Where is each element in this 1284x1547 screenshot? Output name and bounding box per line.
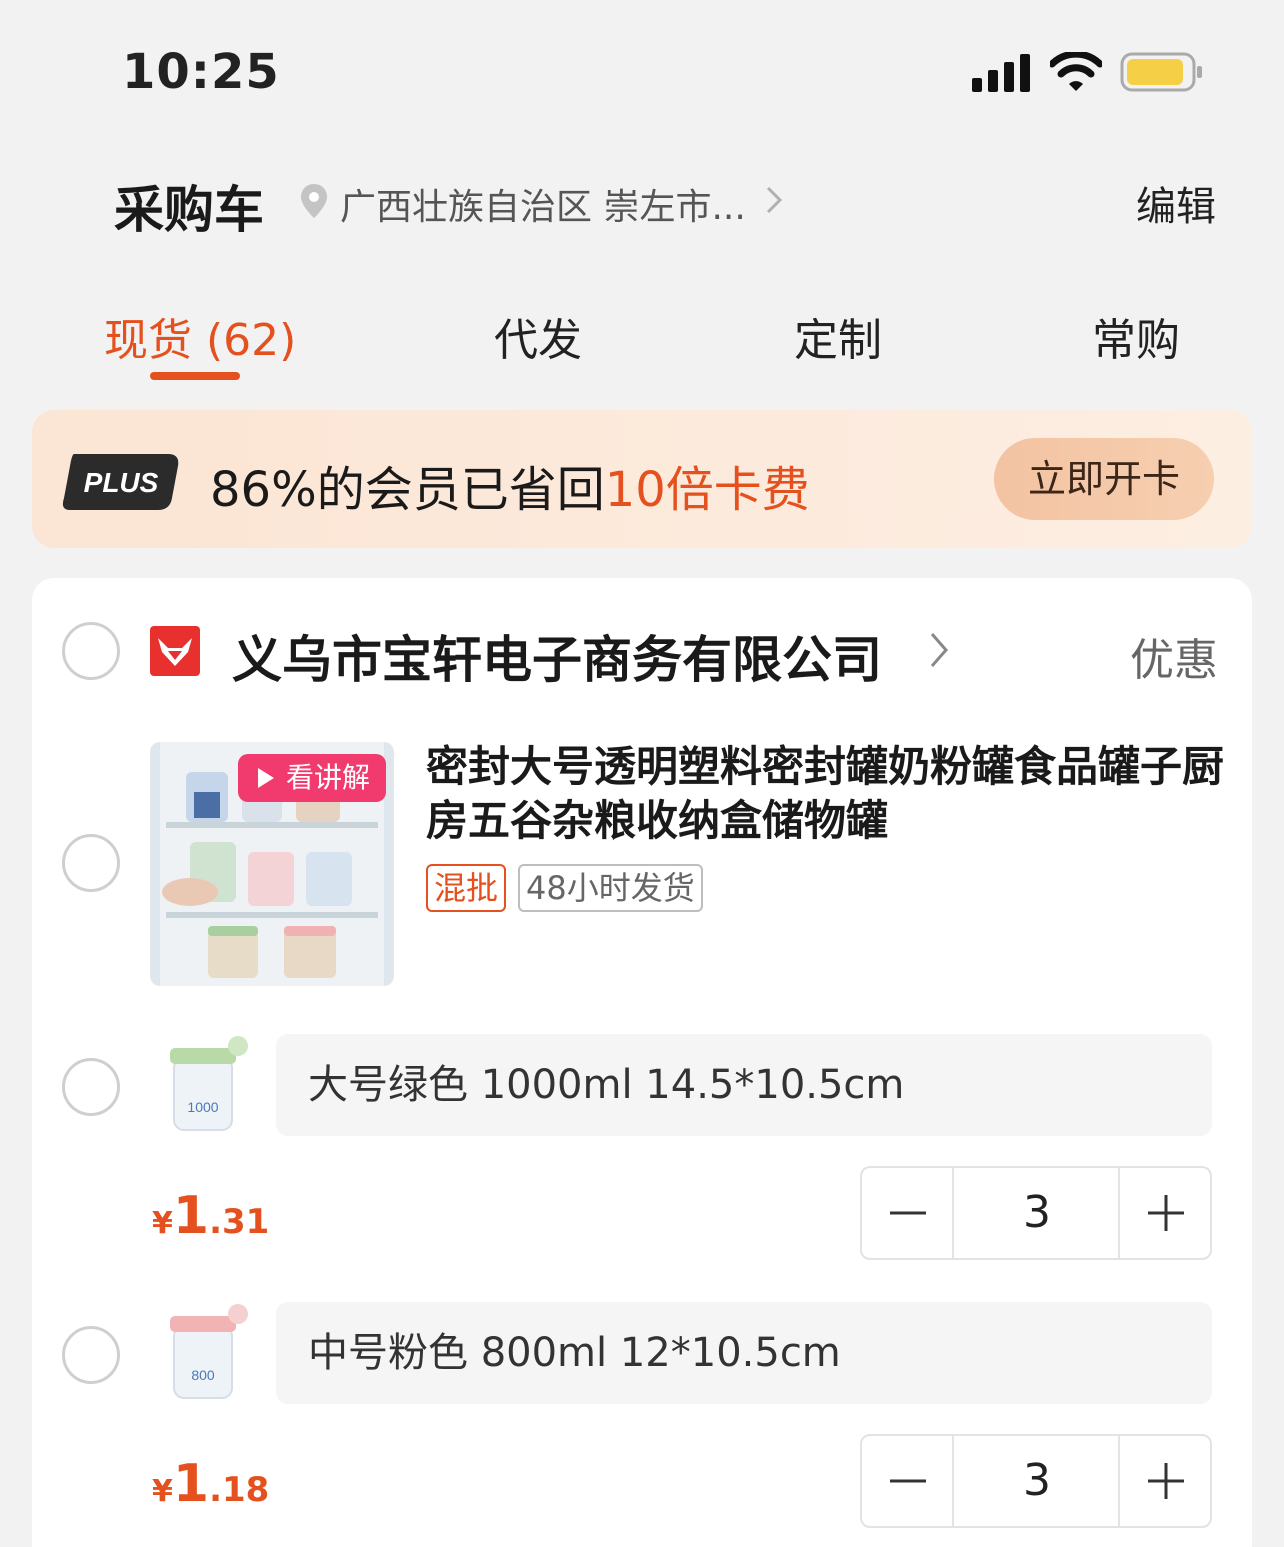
delivery-address[interactable]: 广西壮族自治区 崇左市... xyxy=(340,178,746,230)
quantity-stepper: 3 xyxy=(860,1166,1212,1260)
quantity-value[interactable]: 3 xyxy=(956,1168,1118,1258)
product-title[interactable]: 密封大号透明塑料密封罐奶粉罐食品罐子厨房五谷杂粮收纳盒储物罐 xyxy=(426,740,1226,848)
price-currency: ¥ xyxy=(152,1206,173,1241)
price-currency: ¥ xyxy=(152,1474,173,1509)
cart-tabs: 现货 (62) 代发 定制 常购 xyxy=(0,300,1284,390)
location-pin-icon[interactable] xyxy=(298,182,330,220)
sku-select-checkbox[interactable] xyxy=(62,1058,120,1116)
battery-icon xyxy=(1120,52,1202,92)
price-decimal: .18 xyxy=(209,1470,270,1510)
plus-promo-text: 86%的会员已省回10倍卡费 xyxy=(210,450,810,520)
minus-icon xyxy=(890,1211,926,1215)
cellular-signal-icon xyxy=(972,54,1030,92)
tag-shipping-48h: 48小时发货 xyxy=(518,864,703,912)
tag-mixed-batch: 混批 xyxy=(426,864,507,912)
store-name[interactable]: 义乌市宝轩电子商务有限公司 xyxy=(232,620,882,692)
quantity-stepper: 3 xyxy=(860,1434,1212,1528)
open-membership-button[interactable]: 立即开卡 xyxy=(994,438,1214,520)
chevron-right-icon[interactable] xyxy=(764,184,784,216)
plus-promo-prefix: 86%的会员已省回 xyxy=(210,462,605,518)
sku-lid-shape xyxy=(170,1316,236,1332)
edit-button[interactable]: 编辑 xyxy=(1136,174,1216,232)
store-select-checkbox[interactable] xyxy=(62,622,120,680)
plus-icon xyxy=(1148,1195,1184,1231)
store-logo-icon xyxy=(150,626,200,676)
plus-membership-banner[interactable]: PLUS 86%的会员已省回10倍卡费 立即开卡 xyxy=(32,410,1252,548)
sku-thumbnail[interactable]: 1000 xyxy=(150,1030,266,1146)
tab-in-stock[interactable]: 现货 (62) xyxy=(104,304,296,368)
page-title: 采购车 xyxy=(114,181,264,239)
chevron-right-icon[interactable] xyxy=(928,630,950,670)
active-tab-indicator xyxy=(150,372,240,380)
store-card: 义乌市宝轩电子商务有限公司 优惠 看讲解 密封大号透明塑料密封罐奶粉罐食品罐子厨… xyxy=(32,578,1252,1547)
tab-dropship[interactable]: 代发 xyxy=(494,304,582,368)
sku-spec[interactable]: 大号绿色 1000ml 14.5*10.5cm xyxy=(276,1034,1212,1136)
sku-price: ¥1.31 xyxy=(152,1186,269,1246)
sku-select-checkbox[interactable] xyxy=(62,1326,120,1384)
increase-button[interactable] xyxy=(1118,1168,1210,1258)
plus-badge: PLUS xyxy=(62,454,179,510)
price-decimal: .31 xyxy=(209,1202,270,1242)
wifi-icon xyxy=(1050,52,1102,91)
status-bar: 10:25 xyxy=(0,0,1284,140)
decrease-button[interactable] xyxy=(862,1436,954,1526)
plus-icon xyxy=(1148,1463,1184,1499)
play-icon xyxy=(258,768,274,788)
header: 采购车 广西壮族自治区 崇左市... 编辑 xyxy=(0,160,1284,240)
video-explain-label: 看讲解 xyxy=(286,761,371,794)
sku-thumbnail[interactable]: 800 xyxy=(150,1298,266,1414)
minus-icon xyxy=(890,1479,926,1483)
svg-text:PLUS: PLUS xyxy=(84,467,159,498)
quantity-value[interactable]: 3 xyxy=(956,1436,1118,1526)
price-integer: 1 xyxy=(172,1454,210,1514)
plus-promo-highlight: 10倍卡费 xyxy=(604,462,810,518)
sku-lid-shape xyxy=(170,1048,236,1064)
increase-button[interactable] xyxy=(1118,1436,1210,1526)
sku-price: ¥1.18 xyxy=(152,1454,269,1514)
status-time: 10:25 xyxy=(122,44,280,100)
svg-text:1000: 1000 xyxy=(187,1099,218,1115)
decrease-button[interactable] xyxy=(862,1168,954,1258)
tab-custom[interactable]: 定制 xyxy=(794,304,882,368)
discount-link[interactable]: 优惠 xyxy=(1130,624,1218,688)
tab-frequent[interactable]: 常购 xyxy=(1092,304,1180,368)
sku-spec[interactable]: 中号粉色 800ml 12*10.5cm xyxy=(276,1302,1212,1404)
product-select-checkbox[interactable] xyxy=(62,834,120,892)
svg-text:800: 800 xyxy=(191,1367,215,1383)
price-integer: 1 xyxy=(172,1186,210,1246)
video-explain-badge[interactable]: 看讲解 xyxy=(238,754,386,802)
